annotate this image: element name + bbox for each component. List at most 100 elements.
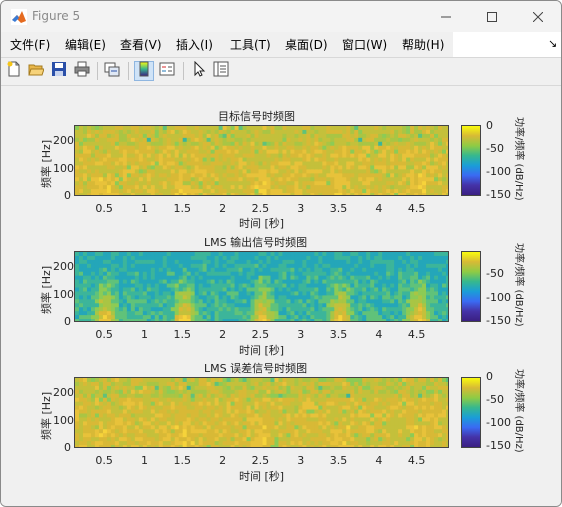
heatmap-cell xyxy=(226,181,232,186)
heatmap-cell xyxy=(210,409,216,415)
heatmap-cell xyxy=(234,393,240,399)
heatmap-cell xyxy=(306,445,311,447)
heatmap-cell xyxy=(426,255,431,261)
heatmap-cell xyxy=(262,126,268,131)
heatmap-cell xyxy=(170,425,176,430)
heatmap-cell xyxy=(366,193,371,195)
heatmap-cell xyxy=(330,177,335,182)
heatmap-cell xyxy=(186,263,192,269)
heatmap-cell xyxy=(398,441,403,446)
heatmap-cell xyxy=(310,137,315,143)
heatmap-cell xyxy=(282,445,288,447)
insert-colorbar-button[interactable] xyxy=(134,61,154,81)
heatmap-cell xyxy=(302,421,307,426)
heatmap-cell xyxy=(90,177,96,182)
menu-insert[interactable]: 插入(I) xyxy=(176,36,213,53)
heatmap-cell xyxy=(206,263,212,269)
heatmap-cell xyxy=(122,255,128,261)
colorbar[interactable] xyxy=(461,125,481,196)
heatmap-cell xyxy=(402,378,407,383)
heatmap-cell xyxy=(258,307,264,312)
heatmap-cell xyxy=(398,189,403,194)
heatmap-cell xyxy=(150,378,156,383)
heatmap-cell xyxy=(162,303,168,308)
heatmap-cell xyxy=(374,425,379,430)
spectrogram-axes[interactable] xyxy=(74,377,449,448)
x-tick-label: 2 xyxy=(219,202,227,215)
heatmap-cell xyxy=(398,287,403,293)
new-figure-button[interactable] xyxy=(4,61,24,81)
heatmap-cell xyxy=(170,193,176,195)
colorbar[interactable] xyxy=(461,251,481,322)
menu-help[interactable]: 帮助(H) xyxy=(402,36,444,53)
heatmap-cell xyxy=(422,169,427,174)
heatmap-cell xyxy=(382,409,387,415)
heatmap-cell xyxy=(322,291,327,296)
heatmap-cell xyxy=(294,165,299,170)
heatmap-cell xyxy=(334,389,339,395)
minimize-button[interactable] xyxy=(423,1,469,32)
maximize-button[interactable] xyxy=(469,1,515,32)
heatmap-cell xyxy=(130,389,136,395)
heatmap-cell xyxy=(90,129,96,135)
open-file-button[interactable] xyxy=(26,61,46,81)
heatmap-cell xyxy=(230,393,236,399)
heatmap-cell xyxy=(242,181,248,186)
heatmap-cell xyxy=(342,425,347,430)
heatmap-cell xyxy=(262,303,268,308)
heatmap-cell xyxy=(138,161,144,167)
heatmap-cell xyxy=(82,307,88,312)
arrow-overflow-icon[interactable]: ↘ xyxy=(548,37,557,50)
spectrogram-axes[interactable] xyxy=(74,251,449,322)
heatmap-cell xyxy=(226,393,232,399)
insert-legend-button[interactable] xyxy=(157,61,177,81)
edit-plot-button[interactable] xyxy=(189,60,209,81)
heatmap-cell xyxy=(178,397,184,403)
heatmap-cell xyxy=(342,389,347,395)
heatmap-cell xyxy=(186,153,192,159)
save-button[interactable] xyxy=(49,61,69,81)
heatmap-cell xyxy=(350,409,355,415)
heatmap-cell xyxy=(130,126,136,131)
heatmap-cell xyxy=(430,145,435,151)
heatmap-cell xyxy=(370,259,375,265)
heatmap-cell xyxy=(154,287,160,293)
menu-window[interactable]: 窗口(W) xyxy=(342,36,387,53)
heatmap-cell xyxy=(226,141,232,147)
heatmap-cell xyxy=(306,441,311,446)
heatmap-cell xyxy=(430,129,435,135)
menu-view[interactable]: 查看(V) xyxy=(120,36,162,53)
heatmap-cell xyxy=(346,381,351,387)
heatmap-cell xyxy=(410,149,415,155)
heatmap-cell xyxy=(334,319,339,321)
close-button[interactable] xyxy=(515,1,561,32)
link-plot-button[interactable] xyxy=(102,61,122,81)
heatmap-cell xyxy=(374,381,379,387)
heatmap-cell xyxy=(202,397,208,403)
menu-desktop[interactable]: 桌面(D) xyxy=(285,36,328,53)
heatmap-cell xyxy=(114,433,120,438)
heatmap-cell xyxy=(122,315,128,320)
heatmap-cell xyxy=(298,409,303,415)
heatmap-cell xyxy=(278,385,284,391)
heatmap-cell xyxy=(254,401,260,407)
heatmap-cell xyxy=(366,157,371,163)
title-bar[interactable]: Figure 5 xyxy=(1,1,561,32)
heatmap-cell xyxy=(242,437,248,442)
heatmap-cell xyxy=(110,437,116,442)
print-button[interactable] xyxy=(72,61,92,81)
menu-tools[interactable]: 工具(T) xyxy=(230,36,271,53)
heatmap-cell xyxy=(250,169,256,174)
heatmap-cell xyxy=(282,429,288,434)
menu-file[interactable]: 文件(F) xyxy=(10,36,50,53)
heatmap-cell xyxy=(286,275,292,281)
heatmap-cell xyxy=(126,133,132,139)
heatmap-cell xyxy=(86,193,92,195)
heatmap-cell xyxy=(354,417,359,422)
property-inspector-button[interactable] xyxy=(211,61,231,81)
heatmap-cell xyxy=(266,437,272,442)
heatmap-cell xyxy=(238,279,244,285)
menu-edit[interactable]: 编辑(E) xyxy=(65,36,106,53)
spectrogram-axes[interactable] xyxy=(74,125,449,196)
heatmap-cell xyxy=(102,255,108,261)
